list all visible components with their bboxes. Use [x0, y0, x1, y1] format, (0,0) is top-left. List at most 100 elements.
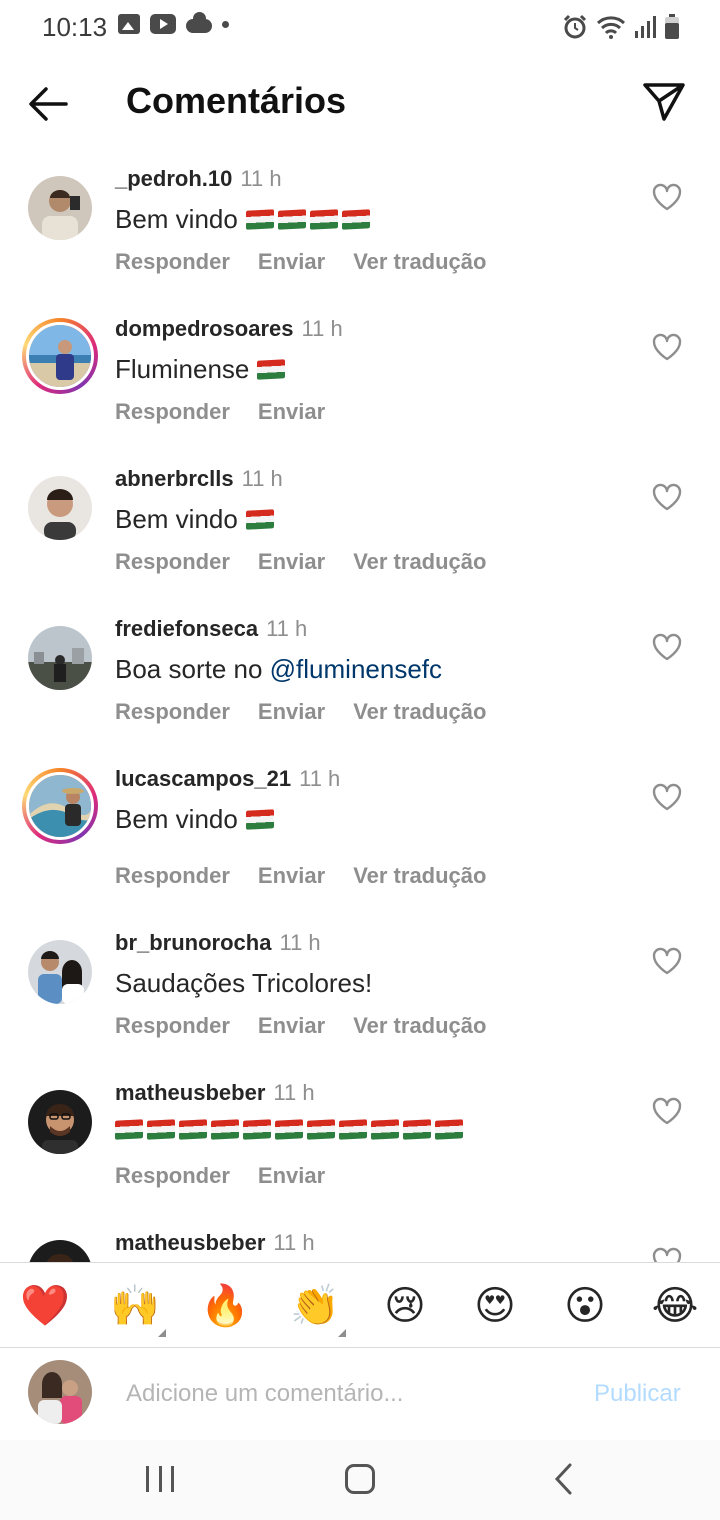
- comment-header: frediefonseca 11 h: [115, 616, 307, 642]
- flag-emojis: [245, 809, 274, 830]
- heart-outline-icon: [652, 1247, 682, 1262]
- avatar[interactable]: [22, 318, 98, 394]
- avatar[interactable]: [22, 470, 98, 546]
- emoji-heart-eyes[interactable]: 😍: [470, 1281, 520, 1331]
- see-translation-button[interactable]: Ver tradução: [353, 1013, 486, 1038]
- emoji-crying-face[interactable]: 😢: [380, 1281, 430, 1331]
- comment-username[interactable]: _pedroh.10: [115, 166, 232, 191]
- like-comment-button[interactable]: [652, 483, 682, 511]
- send-comment-button[interactable]: Enviar: [258, 249, 325, 274]
- flag-emojis: [245, 509, 274, 530]
- avatar[interactable]: [22, 1234, 98, 1262]
- send-comment-button[interactable]: Enviar: [258, 399, 325, 424]
- like-comment-button[interactable]: [652, 1247, 682, 1262]
- avatar[interactable]: [22, 170, 98, 246]
- avatar[interactable]: [22, 768, 98, 844]
- reply-button[interactable]: Responder: [115, 863, 230, 888]
- emoji-raising-hands[interactable]: 🙌: [110, 1281, 160, 1331]
- arrow-left-icon: [29, 87, 68, 121]
- comment-actions: Responder Enviar: [115, 1163, 353, 1189]
- comment-username[interactable]: lucascampos_21: [115, 766, 291, 791]
- see-translation-button[interactable]: Ver tradução: [353, 863, 486, 888]
- current-user-avatar: [28, 1360, 92, 1424]
- avatar[interactable]: [22, 1084, 98, 1160]
- back-button[interactable]: [26, 84, 70, 124]
- reply-button[interactable]: Responder: [115, 249, 230, 274]
- like-comment-button[interactable]: [652, 947, 682, 975]
- comment-input[interactable]: [126, 1374, 556, 1414]
- flag-emojis: [257, 359, 286, 380]
- comment-username[interactable]: frediefonseca: [115, 616, 258, 641]
- avatar[interactable]: [22, 620, 98, 696]
- like-comment-button[interactable]: [652, 783, 682, 811]
- send-comment-button[interactable]: Enviar: [258, 699, 325, 724]
- emoji-fire[interactable]: 🔥: [200, 1281, 250, 1331]
- comments-list[interactable]: _pedroh.10 11 h Bem vindo Responder Enviar…: [0, 150, 720, 1262]
- comment-username[interactable]: matheusbeber: [115, 1080, 265, 1105]
- youtube-icon: [150, 14, 176, 34]
- comment-text: Bem vindo: [115, 204, 370, 235]
- reply-button[interactable]: Responder: [115, 699, 230, 724]
- reply-button[interactable]: Responder: [115, 549, 230, 574]
- comment-header: matheusbeber 11 h: [115, 1230, 315, 1256]
- skin-tone-caret-icon: [338, 1329, 346, 1337]
- system-navigation-bar: [0, 1440, 720, 1520]
- avatar[interactable]: [22, 934, 98, 1010]
- flag-emoji: [435, 1119, 463, 1140]
- emoji-surprised-face[interactable]: 😮: [560, 1281, 610, 1331]
- comment-text: Fluminense: [115, 354, 286, 385]
- comment-composer: Publicar: [0, 1348, 720, 1440]
- paper-plane-icon: [643, 83, 685, 121]
- like-comment-button[interactable]: [652, 183, 682, 211]
- share-button[interactable]: [640, 80, 688, 124]
- recent-apps-button[interactable]: [146, 1466, 174, 1492]
- chevron-left-icon: [554, 1463, 572, 1495]
- see-translation-button[interactable]: Ver tradução: [353, 699, 486, 724]
- comment-header: _pedroh.10 11 h: [115, 166, 282, 192]
- flag-emojis: [115, 1119, 463, 1140]
- see-translation-button[interactable]: Ver tradução: [353, 549, 486, 574]
- emoji-clapping-hands[interactable]: 👏: [290, 1281, 340, 1331]
- see-translation-button[interactable]: Ver tradução: [353, 249, 486, 274]
- emoji-quick-bar: ❤️ 🙌 🔥 👏 😢 😍 😮 😂: [0, 1262, 720, 1348]
- page-title: Comentários: [126, 80, 347, 121]
- send-comment-button[interactable]: Enviar: [258, 1163, 325, 1188]
- mention-link[interactable]: @fluminensefc: [270, 654, 442, 685]
- like-comment-button[interactable]: [652, 1097, 682, 1125]
- emoji-red-heart[interactable]: ❤️: [20, 1281, 70, 1331]
- system-back-button[interactable]: [550, 1462, 580, 1496]
- send-comment-button[interactable]: Enviar: [258, 549, 325, 574]
- comment-text: Bem vindo: [115, 804, 274, 835]
- comment-header: dompedrosoares 11 h: [115, 316, 343, 342]
- comment-username[interactable]: dompedrosoares: [115, 316, 294, 341]
- header: Comentários: [0, 56, 720, 150]
- reply-button[interactable]: Responder: [115, 399, 230, 424]
- comment-text: [107, 1119, 463, 1140]
- flag-emoji: [307, 1119, 335, 1140]
- flag-emoji: [309, 209, 338, 230]
- comment-time: 11 h: [241, 466, 283, 491]
- emoji-tears-of-joy[interactable]: 😂: [650, 1281, 700, 1331]
- flag-emoji: [147, 1119, 175, 1140]
- comment-time: 11 h: [273, 1080, 315, 1105]
- battery-icon: [665, 14, 679, 39]
- flag-emoji: [371, 1119, 399, 1140]
- comment-username[interactable]: matheusbeber: [115, 1230, 265, 1255]
- flag-emoji: [245, 209, 274, 230]
- send-comment-button[interactable]: Enviar: [258, 863, 325, 888]
- comment-username[interactable]: br_brunorocha: [115, 930, 271, 955]
- publish-button[interactable]: Publicar: [594, 1380, 681, 1408]
- cloud-icon: [186, 12, 212, 33]
- comment-username[interactable]: abnerbrclls: [115, 466, 234, 491]
- home-button[interactable]: [345, 1464, 375, 1494]
- like-comment-button[interactable]: [652, 633, 682, 661]
- send-comment-button[interactable]: Enviar: [258, 1013, 325, 1038]
- reply-button[interactable]: Responder: [115, 1013, 230, 1038]
- like-comment-button[interactable]: [652, 333, 682, 361]
- avatar-image: [26, 772, 94, 840]
- reply-button[interactable]: Responder: [115, 1163, 230, 1188]
- avatar-image: [28, 476, 92, 540]
- heart-outline-icon: [652, 183, 682, 211]
- heart-outline-icon: [652, 1097, 682, 1125]
- avatar-image: [28, 176, 92, 240]
